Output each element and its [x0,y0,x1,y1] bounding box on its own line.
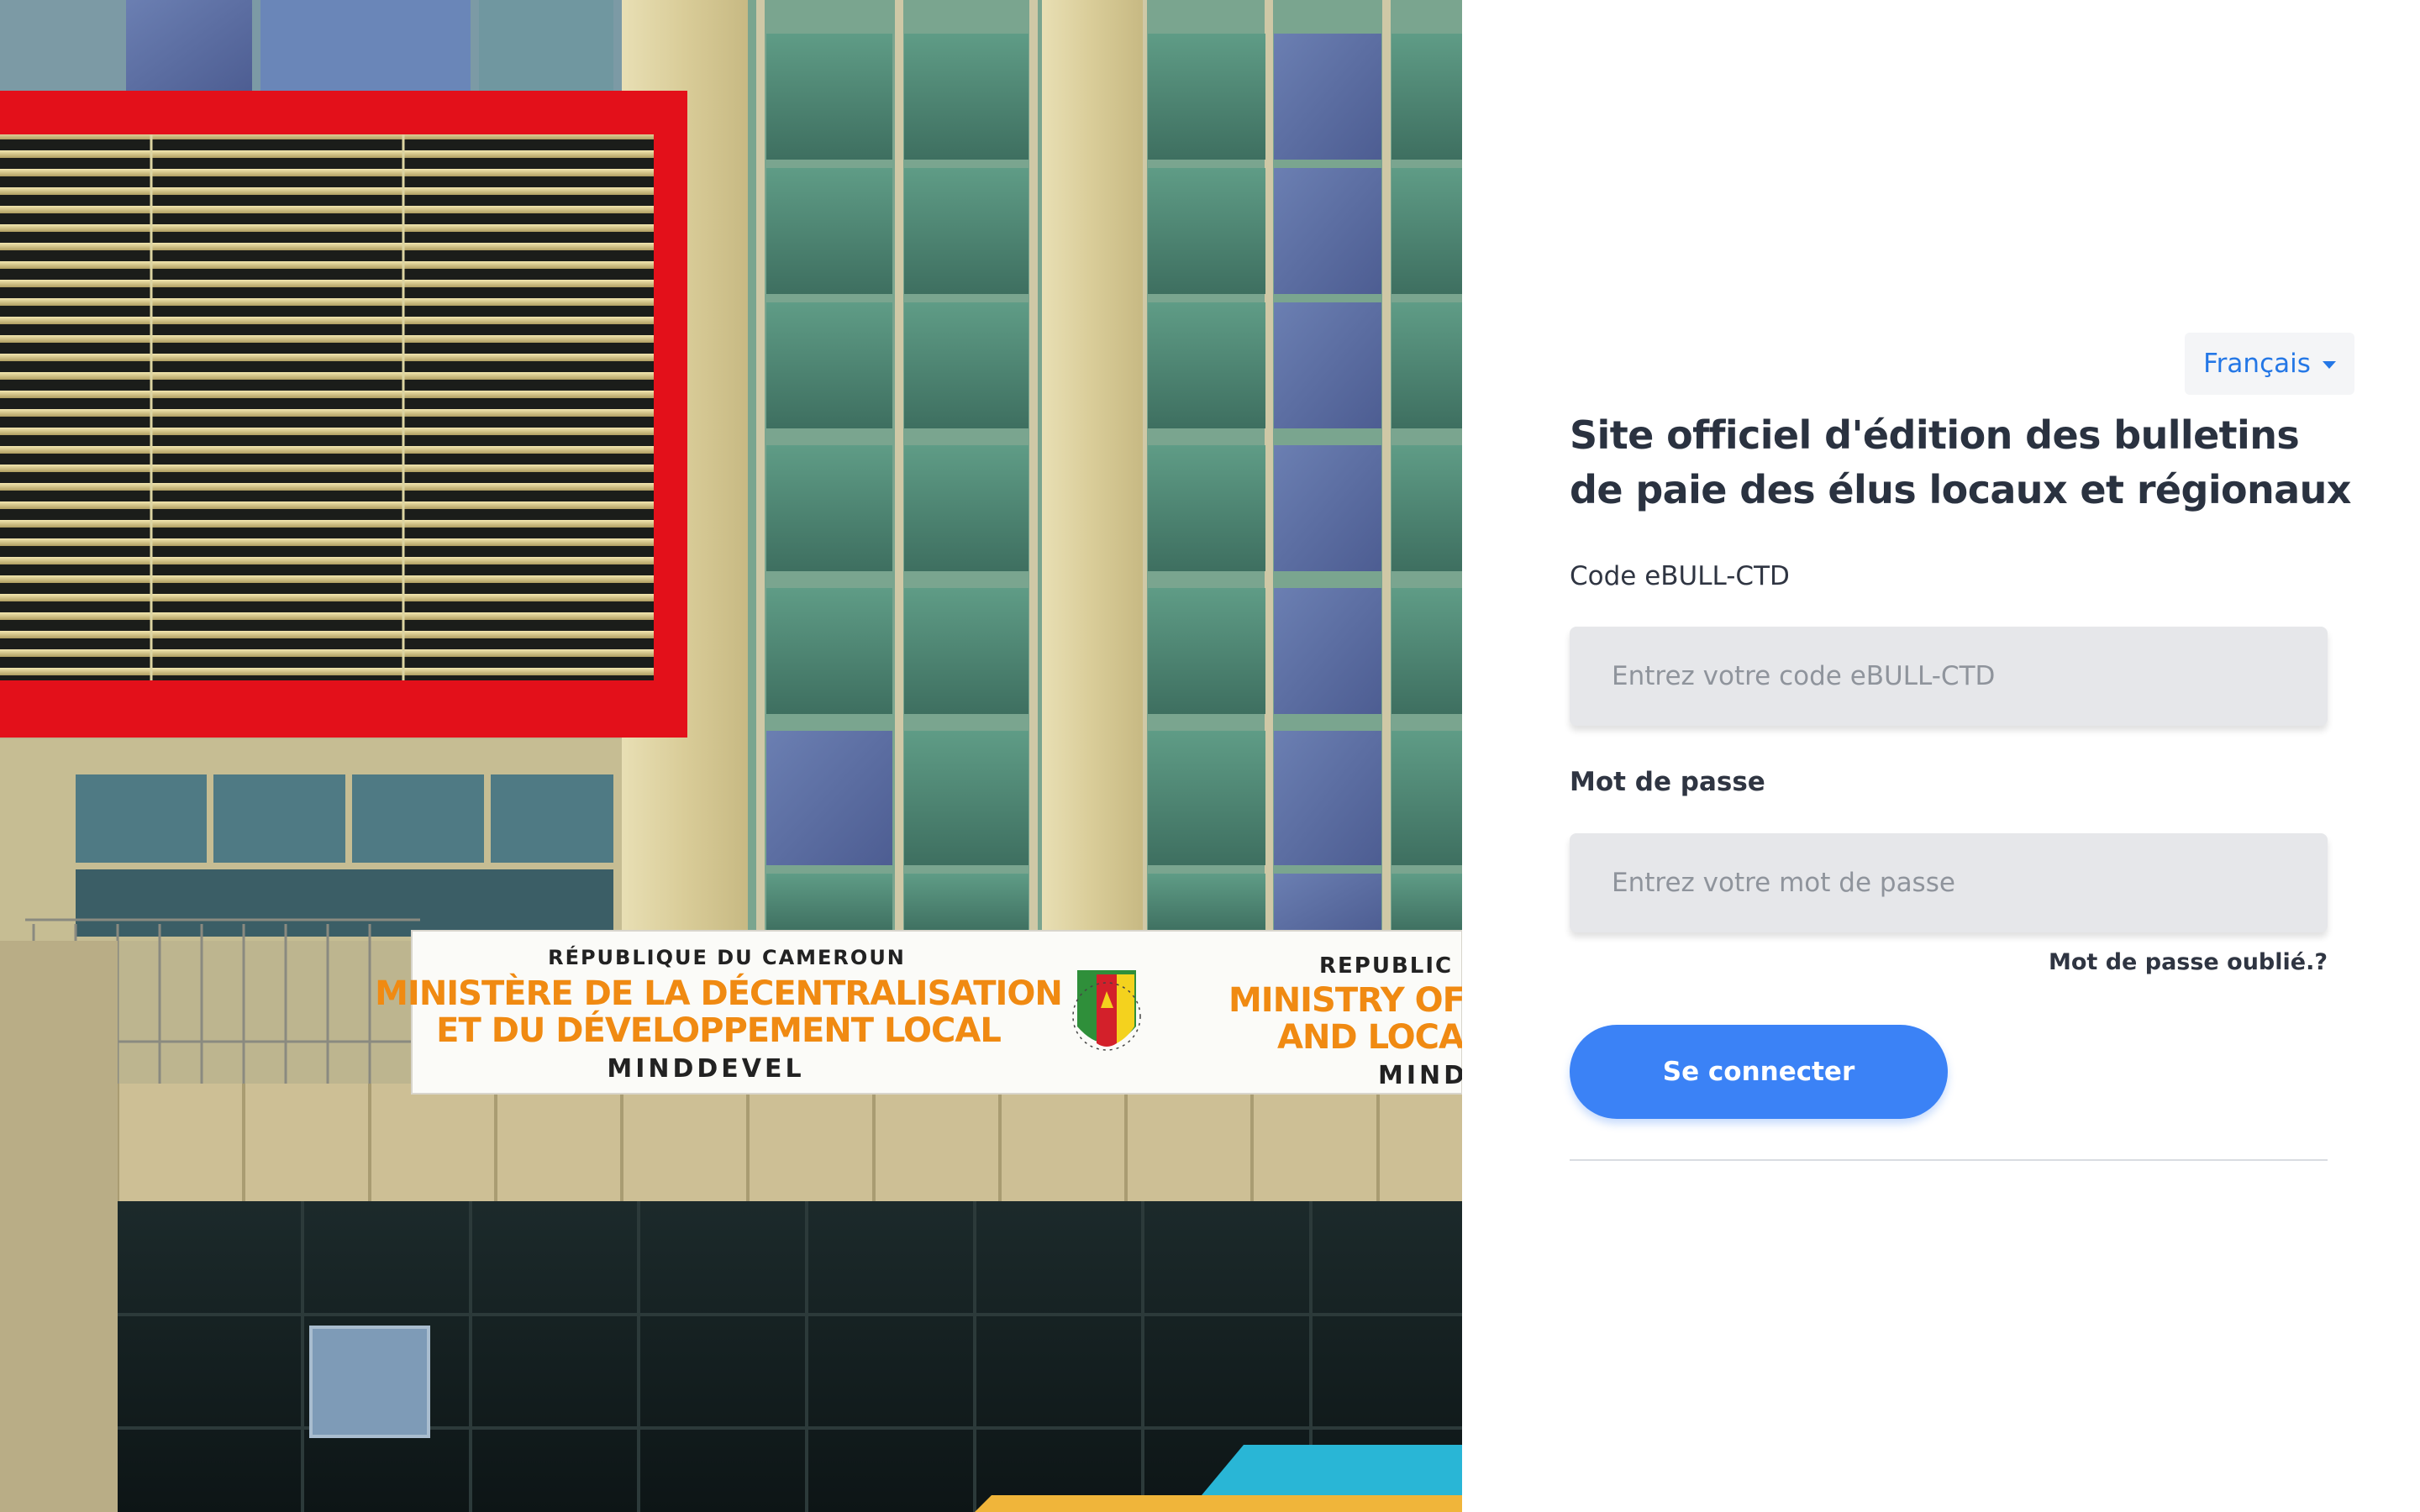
password-label: Mot de passe [1570,767,1765,797]
language-selector[interactable]: Français [2185,333,2354,395]
language-label: Français [2203,349,2311,379]
forgot-password-link[interactable]: Mot de passe oublié.? [2049,949,2328,975]
sign-fr-acronym: MINDDEVEL [607,1054,804,1084]
sign-fr-republic: RÉPUBLIQUE DU CAMEROUN [548,945,906,969]
sign-fr-ministry: MINISTÈRE DE LA DÉCENTRALISATION [375,973,1062,1013]
login-button[interactable]: Se connecter [1570,1025,1948,1119]
page-title: Site officiel d'édition des bulletins de… [1570,412,2351,512]
sign-en-ministry: MINISTRY OF DEC [1228,981,1462,1020]
login-panel [1462,0,2420,1512]
divider [1570,1159,2328,1161]
sign-fr-development: ET DU DÉVELOPPEMENT LOCAL [436,1010,1001,1050]
sign-en-local: AND LOCAL D [1277,1018,1462,1057]
hero-building-photo: RÉPUBLIQUE DU CAMEROUN MINISTÈRE DE LA D… [0,0,1462,1512]
password-input[interactable] [1570,833,2328,932]
sign-en-acronym: MIND [1378,1061,1462,1090]
code-input[interactable] [1570,627,2328,726]
code-label: Code eBULL-CTD [1570,561,1790,591]
sign-en-republic: REPUBLIC O [1319,953,1462,979]
caret-down-icon [2322,361,2336,369]
